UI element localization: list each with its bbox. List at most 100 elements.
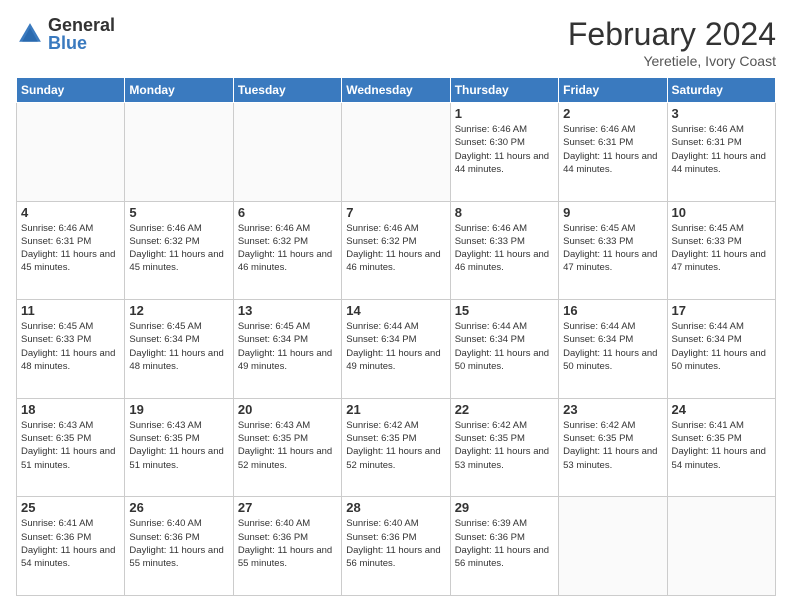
weekday-thursday: Thursday bbox=[450, 78, 558, 103]
week-row-2: 11 Sunrise: 6:45 AM Sunset: 6:33 PM Dayli… bbox=[17, 300, 776, 399]
calendar-cell bbox=[667, 497, 775, 596]
calendar-cell: 8 Sunrise: 6:46 AM Sunset: 6:33 PM Daylig… bbox=[450, 201, 558, 300]
day-number: 8 bbox=[455, 205, 554, 220]
logo-icon bbox=[16, 20, 44, 48]
day-number: 25 bbox=[21, 500, 120, 515]
calendar-cell: 2Sunrise: 6:46 AM Sunset: 6:31 PM Daylig… bbox=[559, 103, 667, 202]
logo-blue-text: Blue bbox=[48, 33, 87, 53]
weekday-monday: Monday bbox=[125, 78, 233, 103]
day-number: 5 bbox=[129, 205, 228, 220]
day-number: 2 bbox=[563, 106, 662, 121]
weekday-header-row: SundayMondayTuesdayWednesdayThursdayFrid… bbox=[17, 78, 776, 103]
calendar-cell: 9 Sunrise: 6:45 AM Sunset: 6:33 PM Daylig… bbox=[559, 201, 667, 300]
day-number: 9 bbox=[563, 205, 662, 220]
weekday-friday: Friday bbox=[559, 78, 667, 103]
day-info: Sunrise: 6:46 AM Sunset: 6:32 PM Dayligh… bbox=[238, 222, 337, 275]
day-info: Sunrise: 6:45 AM Sunset: 6:34 PM Dayligh… bbox=[238, 320, 337, 373]
calendar-cell: 11 Sunrise: 6:45 AM Sunset: 6:33 PM Dayli… bbox=[17, 300, 125, 399]
day-info: Sunrise: 6:40 AM Sunset: 6:36 PM Dayligh… bbox=[238, 517, 337, 570]
calendar-cell: 24 Sunrise: 6:41 AM Sunset: 6:35 PM Dayli… bbox=[667, 398, 775, 497]
day-number: 14 bbox=[346, 303, 445, 318]
day-info: Sunrise: 6:44 AM Sunset: 6:34 PM Dayligh… bbox=[672, 320, 771, 373]
day-info: Sunrise: 6:44 AM Sunset: 6:34 PM Dayligh… bbox=[563, 320, 662, 373]
calendar-cell: 5 Sunrise: 6:46 AM Sunset: 6:32 PM Daylig… bbox=[125, 201, 233, 300]
calendar-cell bbox=[125, 103, 233, 202]
day-number: 1 bbox=[455, 106, 554, 121]
calendar-cell bbox=[233, 103, 341, 202]
day-info: Sunrise: 6:46 AM Sunset: 6:32 PM Dayligh… bbox=[346, 222, 445, 275]
calendar-cell: 6 Sunrise: 6:46 AM Sunset: 6:32 PM Daylig… bbox=[233, 201, 341, 300]
calendar-cell: 3Sunrise: 6:46 AM Sunset: 6:31 PM Daylig… bbox=[667, 103, 775, 202]
calendar-cell: 13 Sunrise: 6:45 AM Sunset: 6:34 PM Dayli… bbox=[233, 300, 341, 399]
day-info: Sunrise: 6:41 AM Sunset: 6:35 PM Dayligh… bbox=[672, 419, 771, 472]
day-number: 10 bbox=[672, 205, 771, 220]
calendar-cell bbox=[342, 103, 450, 202]
day-info: Sunrise: 6:44 AM Sunset: 6:34 PM Dayligh… bbox=[455, 320, 554, 373]
weekday-sunday: Sunday bbox=[17, 78, 125, 103]
calendar-cell: 10 Sunrise: 6:45 AM Sunset: 6:33 PM Dayli… bbox=[667, 201, 775, 300]
day-info: Sunrise: 6:41 AM Sunset: 6:36 PM Dayligh… bbox=[21, 517, 120, 570]
calendar-cell: 15Sunrise: 6:44 AM Sunset: 6:34 PM Dayli… bbox=[450, 300, 558, 399]
calendar-cell: 21 Sunrise: 6:42 AM Sunset: 6:35 PM Dayli… bbox=[342, 398, 450, 497]
day-number: 13 bbox=[238, 303, 337, 318]
day-number: 21 bbox=[346, 402, 445, 417]
day-number: 26 bbox=[129, 500, 228, 515]
week-row-4: 25 Sunrise: 6:41 AM Sunset: 6:36 PM Dayli… bbox=[17, 497, 776, 596]
day-info: Sunrise: 6:46 AM Sunset: 6:32 PM Dayligh… bbox=[129, 222, 228, 275]
day-info: Sunrise: 6:46 AM Sunset: 6:33 PM Dayligh… bbox=[455, 222, 554, 275]
day-info: Sunrise: 6:42 AM Sunset: 6:35 PM Dayligh… bbox=[563, 419, 662, 472]
day-info: Sunrise: 6:42 AM Sunset: 6:35 PM Dayligh… bbox=[455, 419, 554, 472]
day-number: 28 bbox=[346, 500, 445, 515]
logo: General Blue bbox=[16, 16, 115, 52]
calendar-cell: 1 Sunrise: 6:46 AM Sunset: 6:30 PM Daylig… bbox=[450, 103, 558, 202]
day-number: 18 bbox=[21, 402, 120, 417]
day-info: Sunrise: 6:43 AM Sunset: 6:35 PM Dayligh… bbox=[21, 419, 120, 472]
day-number: 7 bbox=[346, 205, 445, 220]
day-number: 12 bbox=[129, 303, 228, 318]
calendar-cell: 16 Sunrise: 6:44 AM Sunset: 6:34 PM Dayli… bbox=[559, 300, 667, 399]
day-info: Sunrise: 6:42 AM Sunset: 6:35 PM Dayligh… bbox=[346, 419, 445, 472]
calendar-cell: 27 Sunrise: 6:40 AM Sunset: 6:36 PM Dayli… bbox=[233, 497, 341, 596]
day-number: 11 bbox=[21, 303, 120, 318]
calendar-table: SundayMondayTuesdayWednesdayThursdayFrid… bbox=[16, 77, 776, 596]
day-info: Sunrise: 6:45 AM Sunset: 6:33 PM Dayligh… bbox=[563, 222, 662, 275]
day-info: Sunrise: 6:44 AM Sunset: 6:34 PM Dayligh… bbox=[346, 320, 445, 373]
calendar-cell: 4 Sunrise: 6:46 AM Sunset: 6:31 PM Daylig… bbox=[17, 201, 125, 300]
header: General Blue February 2024 Yeretiele, Iv… bbox=[16, 16, 776, 69]
calendar-cell: 26 Sunrise: 6:40 AM Sunset: 6:36 PM Dayli… bbox=[125, 497, 233, 596]
day-number: 29 bbox=[455, 500, 554, 515]
day-info: Sunrise: 6:45 AM Sunset: 6:33 PM Dayligh… bbox=[672, 222, 771, 275]
calendar-cell: 18 Sunrise: 6:43 AM Sunset: 6:35 PM Dayli… bbox=[17, 398, 125, 497]
day-number: 6 bbox=[238, 205, 337, 220]
day-number: 22 bbox=[455, 402, 554, 417]
calendar-title: February 2024 bbox=[568, 16, 776, 53]
day-number: 19 bbox=[129, 402, 228, 417]
day-number: 3 bbox=[672, 106, 771, 121]
day-info: Sunrise: 6:40 AM Sunset: 6:36 PM Dayligh… bbox=[129, 517, 228, 570]
day-info: Sunrise: 6:46 AM Sunset: 6:31 PM Dayligh… bbox=[21, 222, 120, 275]
calendar-cell: 7 Sunrise: 6:46 AM Sunset: 6:32 PM Daylig… bbox=[342, 201, 450, 300]
day-number: 24 bbox=[672, 402, 771, 417]
weekday-saturday: Saturday bbox=[667, 78, 775, 103]
day-info: Sunrise: 6:45 AM Sunset: 6:34 PM Dayligh… bbox=[129, 320, 228, 373]
calendar-cell: 19 Sunrise: 6:43 AM Sunset: 6:35 PM Dayli… bbox=[125, 398, 233, 497]
calendar-cell: 22 Sunrise: 6:42 AM Sunset: 6:35 PM Dayli… bbox=[450, 398, 558, 497]
day-info: Sunrise: 6:45 AM Sunset: 6:33 PM Dayligh… bbox=[21, 320, 120, 373]
weekday-wednesday: Wednesday bbox=[342, 78, 450, 103]
day-number: 16 bbox=[563, 303, 662, 318]
logo-general-text: General bbox=[48, 15, 115, 35]
day-info: Sunrise: 6:43 AM Sunset: 6:35 PM Dayligh… bbox=[129, 419, 228, 472]
calendar-cell: 28Sunrise: 6:40 AM Sunset: 6:36 PM Dayli… bbox=[342, 497, 450, 596]
calendar-cell: 12 Sunrise: 6:45 AM Sunset: 6:34 PM Dayli… bbox=[125, 300, 233, 399]
calendar-cell: 20 Sunrise: 6:43 AM Sunset: 6:35 PM Dayli… bbox=[233, 398, 341, 497]
day-info: Sunrise: 6:43 AM Sunset: 6:35 PM Dayligh… bbox=[238, 419, 337, 472]
day-number: 27 bbox=[238, 500, 337, 515]
day-number: 4 bbox=[21, 205, 120, 220]
calendar-cell: 29Sunrise: 6:39 AM Sunset: 6:36 PM Dayli… bbox=[450, 497, 558, 596]
week-row-3: 18 Sunrise: 6:43 AM Sunset: 6:35 PM Dayli… bbox=[17, 398, 776, 497]
day-number: 20 bbox=[238, 402, 337, 417]
calendar-cell: 25 Sunrise: 6:41 AM Sunset: 6:36 PM Dayli… bbox=[17, 497, 125, 596]
calendar-cell bbox=[559, 497, 667, 596]
day-info: Sunrise: 6:46 AM Sunset: 6:30 PM Dayligh… bbox=[455, 123, 554, 176]
week-row-1: 4 Sunrise: 6:46 AM Sunset: 6:31 PM Daylig… bbox=[17, 201, 776, 300]
